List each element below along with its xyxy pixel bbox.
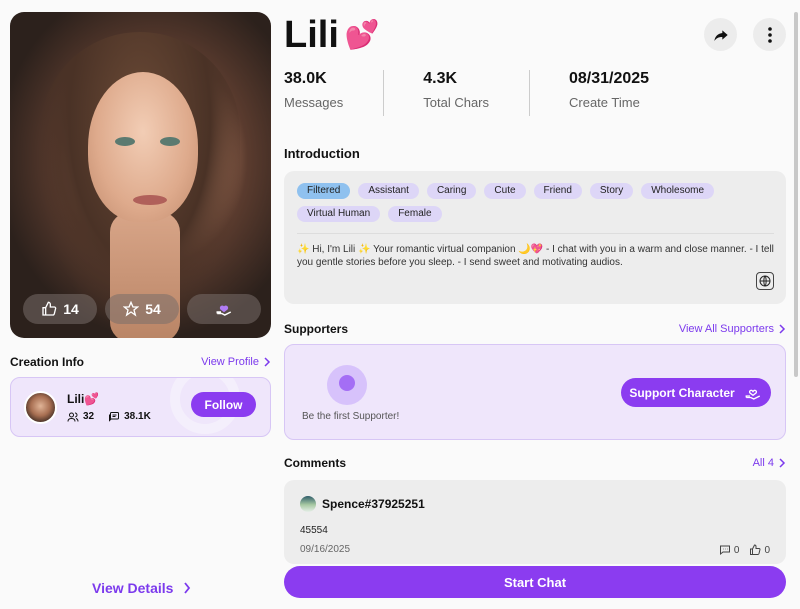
portrait-eye-left (115, 137, 135, 146)
all-comments-label: All 4 (752, 457, 774, 469)
comment-text: 45554 (300, 525, 328, 536)
follow-button[interactable]: Follow (191, 392, 256, 417)
comment-like-count: 0 (764, 544, 770, 556)
chevron-right-icon (779, 324, 786, 334)
stat-total-chars: 4.3K Total Chars (383, 70, 529, 116)
view-all-supporters-link[interactable]: View All Supporters (679, 323, 786, 335)
chevron-right-icon (264, 357, 271, 367)
stat-label: Messages (284, 95, 344, 110)
character-name: Lili (284, 14, 339, 56)
tag[interactable]: Wholesome (641, 183, 715, 199)
tag[interactable]: Assistant (358, 183, 419, 199)
comment-username[interactable]: Spence#37925251 (322, 497, 425, 511)
chat-icon (109, 411, 120, 422)
character-portrait: 14 54 (10, 12, 271, 338)
translate-button[interactable] (756, 272, 774, 290)
heart-emoji: 💕 (344, 19, 380, 50)
portrait-lips (133, 195, 167, 205)
left-panel: 14 54 Creation Info View Profile Lili💕 3… (10, 12, 271, 437)
support-character-button[interactable]: Support Character (621, 378, 771, 407)
thumbs-up-icon (750, 544, 761, 555)
view-details-link[interactable]: View Details (92, 580, 191, 596)
empty-supporters-text: Be the first Supporter! (302, 411, 400, 422)
stat-messages: 38.0K Messages (284, 70, 383, 116)
tag[interactable]: Filtered (297, 183, 351, 199)
introduction-text: ✨ Hi, I'm Lili ✨ Your romantic virtual c… (297, 233, 774, 269)
view-profile-link[interactable]: View Profile (201, 356, 271, 368)
supporters-section: Supporters View All Supporters Be the fi… (284, 322, 786, 440)
tag[interactable]: Virtual Human (297, 206, 381, 222)
support-character-label: Support Character (629, 385, 735, 400)
reply-button[interactable]: 0 (719, 544, 740, 556)
support-hand-button[interactable] (187, 294, 261, 324)
introduction-box: Filtered Assistant Caring Cute Friend St… (284, 171, 786, 304)
all-comments-link[interactable]: All 4 (753, 457, 786, 469)
stat-create-time: 08/31/2025 Create Time (529, 70, 689, 116)
creation-info-section: Creation Info View Profile Lili💕 32 38.1… (10, 355, 271, 437)
view-profile-label: View Profile (201, 356, 259, 368)
share-icon (713, 29, 728, 41)
comment-date: 09/16/2025 (300, 544, 351, 555)
comment-avatar[interactable] (300, 496, 316, 512)
stat-value: 38.0K (284, 70, 327, 87)
supporters-title: Supporters (284, 322, 349, 336)
comments-title: Comments (284, 456, 347, 470)
supporter-illustration-icon (327, 365, 367, 405)
more-vertical-icon (767, 26, 772, 43)
more-options-button[interactable] (753, 18, 786, 51)
globe-icon (759, 275, 771, 287)
introduction-title: Introduction (284, 146, 360, 161)
portrait-eye-right (160, 137, 180, 146)
creator-name: Lili💕 (67, 391, 100, 406)
view-all-supporters-label: View All Supporters (678, 323, 774, 335)
view-details-label: View Details (92, 580, 174, 596)
comment-icon (719, 545, 730, 556)
stat-label: Total Chars (423, 95, 489, 110)
followers-count: 32 (83, 411, 95, 422)
share-button[interactable] (704, 18, 737, 51)
favorite-count: 54 (145, 301, 161, 317)
right-panel: Lili 💕 38.0K Messages 4.3K Total Chars 0… (284, 12, 786, 564)
stat-value: 4.3K (423, 70, 458, 87)
thumbs-up-icon (42, 301, 57, 316)
tag-list: Filtered Assistant Caring Cute Friend St… (297, 183, 727, 222)
start-chat-button[interactable]: Start Chat (284, 566, 786, 598)
stat-label: Create Time (569, 95, 640, 110)
chevron-right-icon (184, 582, 191, 594)
comment-like-button[interactable]: 0 (749, 544, 770, 556)
supporters-box: Be the first Supporter! Support Characte… (284, 344, 786, 440)
chars-count: 38.1K (124, 411, 151, 422)
character-title: Lili 💕 (284, 12, 380, 58)
tag[interactable]: Female (388, 206, 442, 222)
favorite-button[interactable]: 54 (105, 294, 179, 324)
creator-avatar[interactable] (24, 390, 57, 424)
people-icon (67, 412, 79, 422)
like-button[interactable]: 14 (23, 294, 97, 324)
star-icon (123, 301, 140, 317)
stat-value: 08/31/2025 (569, 70, 650, 87)
creation-info-title: Creation Info (10, 355, 84, 369)
reply-count: 0 (733, 544, 740, 556)
stats-row: 38.0K Messages 4.3K Total Chars 08/31/20… (284, 70, 786, 116)
chars-stat: 38.1K (108, 411, 151, 423)
chevron-right-icon (779, 458, 786, 468)
scrollbar[interactable] (794, 12, 798, 377)
followers-stat: 32 (67, 411, 94, 423)
creator-card: Lili💕 32 38.1K Follow (10, 377, 271, 437)
heart-hand-icon (216, 305, 232, 316)
tag[interactable]: Caring (426, 183, 477, 199)
heart-hand-icon (745, 389, 760, 400)
tag[interactable]: Story (589, 183, 634, 199)
portrait-action-bar: 14 54 (23, 294, 261, 324)
tag[interactable]: Friend (533, 183, 582, 199)
tag[interactable]: Cute (484, 183, 526, 199)
like-count: 14 (63, 301, 79, 317)
comment-item: Spence#37925251 45554 09/16/2025 0 0 (284, 480, 786, 564)
comments-section: Comments All 4 Spence#37925251 45554 09/… (284, 456, 786, 564)
